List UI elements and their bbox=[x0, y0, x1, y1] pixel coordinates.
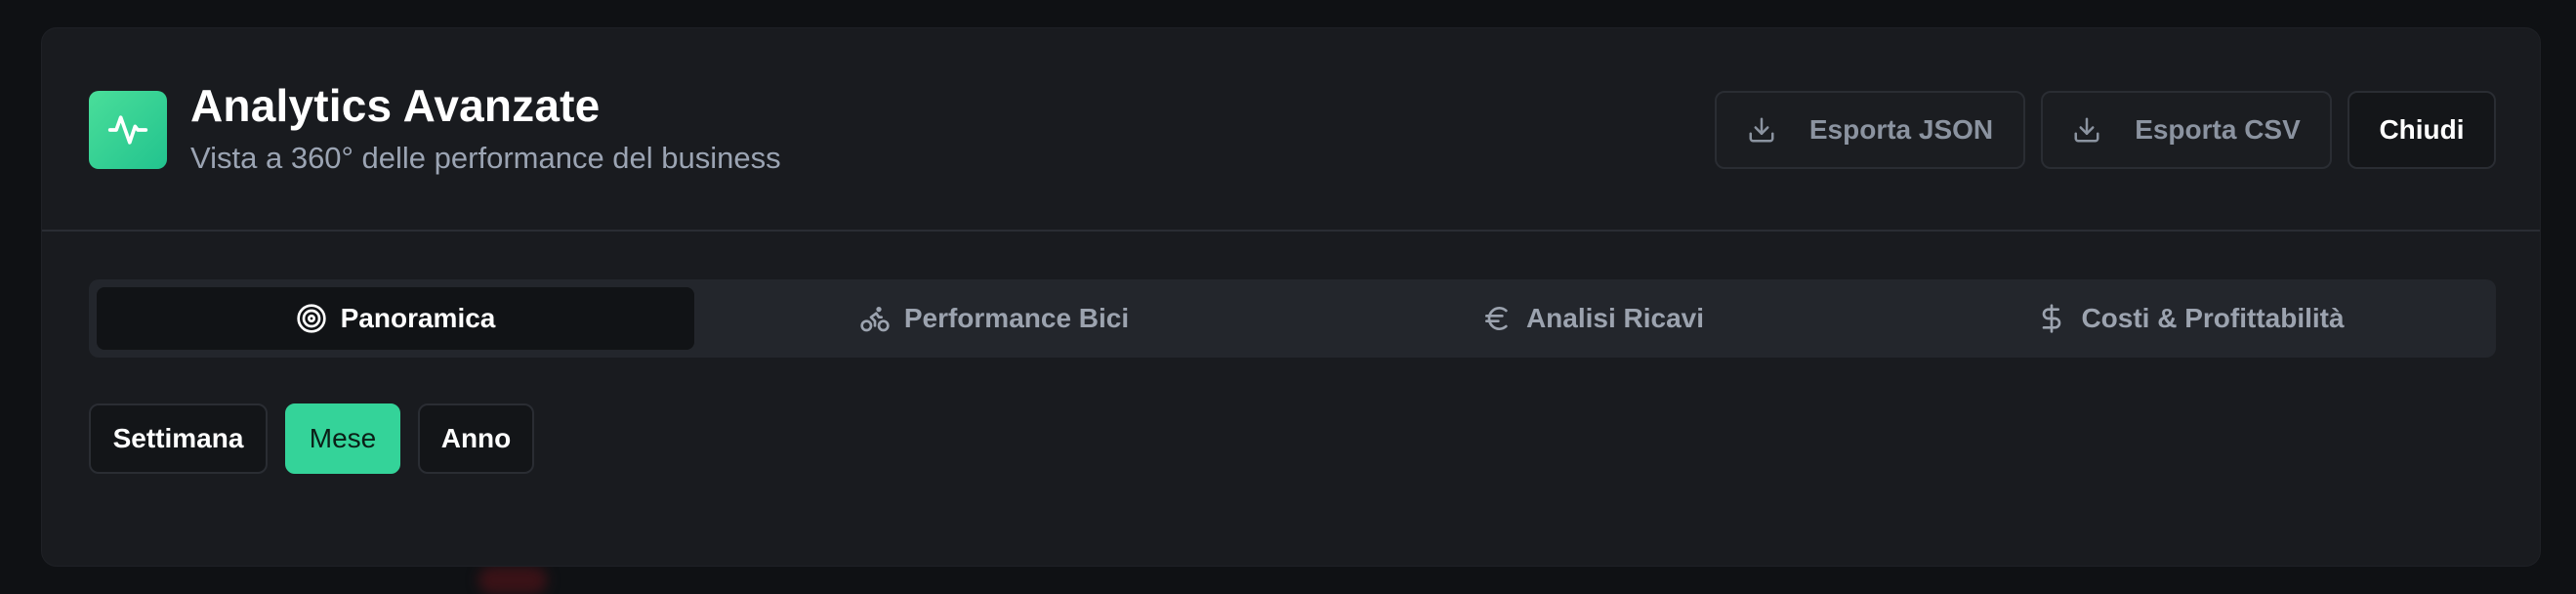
export-json-button[interactable]: Esporta JSON bbox=[1715, 91, 2025, 169]
download-icon bbox=[1747, 115, 1776, 145]
euro-icon bbox=[1481, 303, 1513, 334]
backdrop-shape bbox=[478, 567, 547, 594]
page-title: Analytics Avanzate bbox=[190, 80, 601, 131]
tab-label: Costi & Profittabilità bbox=[2081, 303, 2345, 333]
dollar-icon bbox=[2036, 303, 2067, 334]
tab-analisi-ricavi[interactable]: Analisi Ricavi bbox=[1294, 287, 1891, 350]
tab-performance-bici[interactable]: Performance Bici bbox=[695, 287, 1293, 350]
tab-bar: Panoramica Performance Bici Analisi Rica… bbox=[89, 279, 2496, 358]
tab-label: Panoramica bbox=[340, 303, 496, 333]
download-icon bbox=[2072, 115, 2101, 145]
period-mese-button[interactable]: Mese bbox=[285, 403, 400, 474]
export-csv-label: Esporta CSV bbox=[2135, 114, 2301, 145]
analytics-modal: Analytics Avanzate Vista a 360° delle pe… bbox=[41, 27, 2541, 567]
close-button[interactable]: Chiudi bbox=[2347, 91, 2496, 169]
activity-pulse-icon bbox=[89, 91, 167, 169]
export-json-label: Esporta JSON bbox=[1808, 114, 1994, 145]
tab-costi-profittabilita[interactable]: Costi & Profittabilità bbox=[1891, 287, 2489, 350]
tab-panoramica[interactable]: Panoramica bbox=[97, 287, 694, 350]
tab-label: Analisi Ricavi bbox=[1525, 303, 1705, 333]
period-anno-button[interactable]: Anno bbox=[418, 403, 534, 474]
tab-label: Performance Bici bbox=[903, 303, 1130, 333]
bike-icon bbox=[859, 303, 891, 334]
page-subtitle: Vista a 360° delle performance del busin… bbox=[190, 141, 781, 175]
modal-header: Analytics Avanzate Vista a 360° delle pe… bbox=[42, 28, 2540, 232]
period-settimana-button[interactable]: Settimana bbox=[89, 403, 268, 474]
target-icon bbox=[296, 303, 327, 334]
export-csv-button[interactable]: Esporta CSV bbox=[2041, 91, 2332, 169]
